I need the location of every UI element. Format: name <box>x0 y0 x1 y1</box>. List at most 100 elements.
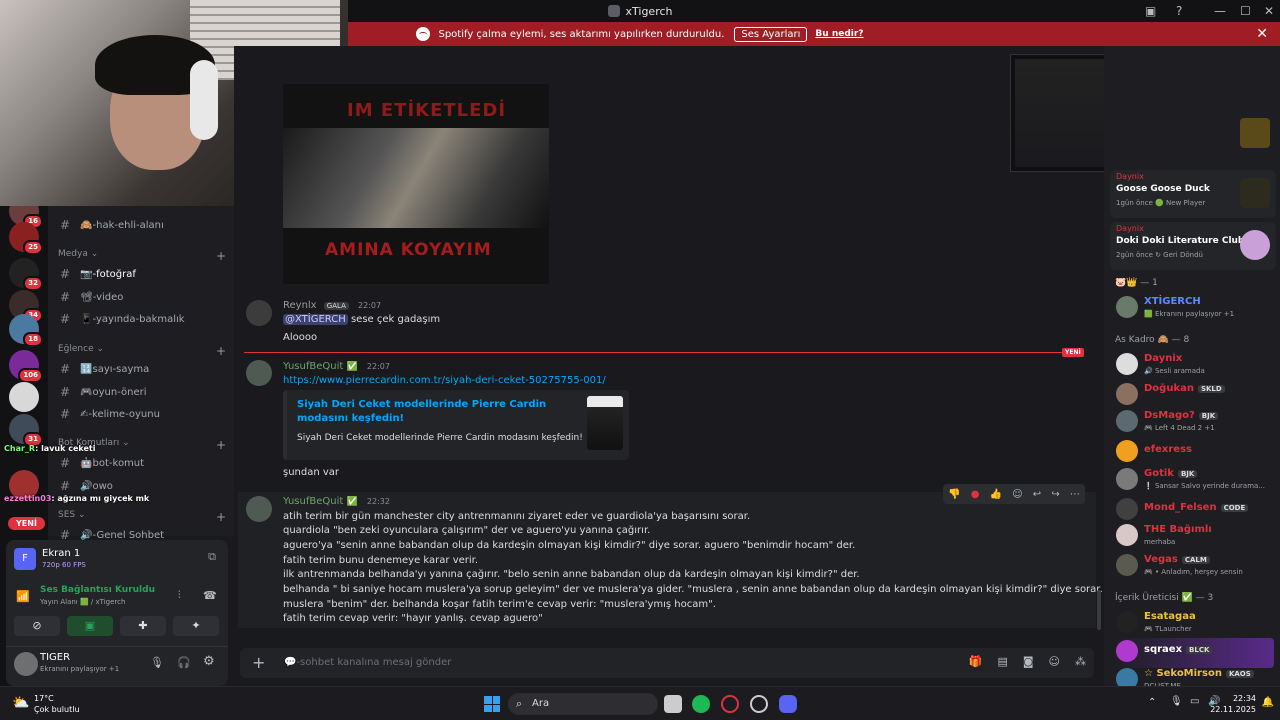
taskbar-search[interactable]: ⌕ Ara <box>508 693 658 715</box>
start-button[interactable] <box>484 696 500 712</box>
activities-button[interactable]: ✚ <box>120 616 166 636</box>
task-view-icon[interactable] <box>664 695 682 713</box>
message-input[interactable]: 💬-sohbet kanalına mesaj gönder <box>284 657 451 668</box>
activity-card-image[interactable] <box>1240 118 1270 148</box>
channel-item[interactable]: # 📱-yayında-bakmalık <box>60 312 226 326</box>
sticker-icon[interactable]: ◙ <box>1023 655 1034 668</box>
channel-item[interactable]: # ✍-kelime-oyunu <box>60 407 226 421</box>
category-media[interactable]: Medya ⌄ + <box>58 249 226 263</box>
channel-item[interactable]: # 📷-fotoğraf <box>60 267 226 281</box>
server-icon[interactable]: 18 <box>9 314 43 347</box>
tray-chevron-icon[interactable]: ⌃ <box>1148 697 1156 708</box>
attach-plus-icon[interactable]: + <box>252 653 265 672</box>
add-reaction-icon[interactable]: ☺ <box>1012 489 1022 500</box>
channel-item[interactable]: # 🔢sayı-sayma <box>60 362 226 376</box>
banner-close-icon[interactable]: ✕ <box>1256 26 1268 42</box>
weather-icon[interactable]: ⛅ <box>12 695 29 711</box>
disconnect-icon[interactable]: ☎ <box>203 589 217 602</box>
server-icon[interactable]: 32 <box>9 258 43 291</box>
new-messages-pill[interactable]: YENİ <box>8 517 45 530</box>
display-tray-icon[interactable]: ▭ <box>1190 696 1199 707</box>
member-item[interactable]: Doğukan SKLD <box>1114 381 1274 411</box>
add-channel-icon[interactable]: + <box>216 344 226 358</box>
channel-item[interactable]: # 🙈-hak-ehli-alanı <box>60 218 226 232</box>
activity-card[interactable]: Daynix Doki Doki Literature Club 2gün ön… <box>1110 222 1276 270</box>
add-channel-icon[interactable]: + <box>216 510 226 524</box>
message-actions-bar: 👎 ● 👍 ☺ ↩ ↪ ⋯ <box>943 484 1085 504</box>
apps-icon[interactable]: ⁂ <box>1075 655 1086 668</box>
microphone-icon[interactable]: 🎙 <box>150 656 164 669</box>
help-icon[interactable]: ? <box>1176 0 1182 22</box>
activity-card[interactable]: Daynix Goose Goose Duck 1gün önce 🟢 New … <box>1110 170 1276 218</box>
clock[interactable]: 22:34 22.11.2025 <box>1210 693 1256 715</box>
window-title: xTigerch <box>625 4 673 18</box>
camera-off-button[interactable]: ⊘ <box>14 616 60 636</box>
meme-bottom-text: AMINA KOYAYIM <box>325 240 492 260</box>
inbox-icon[interactable]: ▣ <box>1145 0 1156 22</box>
reply-icon[interactable]: ↩ <box>1033 489 1041 500</box>
add-channel-icon[interactable]: + <box>216 438 226 452</box>
soundboard-button[interactable]: ✦ <box>173 616 219 636</box>
member-item[interactable]: Daynix 🔊 Sesli aramada <box>1114 351 1274 381</box>
member-item[interactable]: Vegas CALM 🎮 • Anladım, herşey sensin <box>1114 552 1274 582</box>
server-icon[interactable]: 25 <box>9 222 43 255</box>
weather-widget[interactable]: 17°C Çok bulutlu <box>34 693 80 715</box>
member-item[interactable]: Gotik BJK ❕ Sansar Salvo yerinde durama... <box>1114 466 1274 496</box>
channel-item[interactable]: # 📽-video <box>60 290 226 304</box>
chat-scrollbar[interactable] <box>1097 590 1101 630</box>
avatar <box>1116 640 1138 662</box>
category-voice[interactable]: SES ⌄ + <box>58 510 226 524</box>
gif-icon[interactable]: ▤ <box>997 655 1007 668</box>
avatar <box>1116 383 1138 405</box>
maximize-button[interactable]: ☐ <box>1240 0 1251 22</box>
channel-item[interactable]: # 🎮oyun-öneri <box>60 385 226 399</box>
share-screen-button[interactable]: ▣ <box>67 616 113 636</box>
steam-taskbar-icon[interactable] <box>750 695 768 713</box>
message-link[interactable]: https://www.pierrecardin.com.tr/siyah-de… <box>283 375 606 386</box>
server-icon[interactable] <box>9 382 39 412</box>
user-mention[interactable]: @XTİGERCH <box>283 314 348 325</box>
message-author[interactable]: Reynlx <box>283 300 317 311</box>
member-item[interactable]: sqraex BLCK <box>1114 638 1274 668</box>
meme-image[interactable]: IM ETİKETLEDİ AMINA KOYAYIM <box>283 84 549 284</box>
spotify-taskbar-icon[interactable] <box>692 695 710 713</box>
noise-icon[interactable]: ⫶ <box>178 590 181 601</box>
member-item[interactable]: THE Bağımlı merhaba <box>1114 522 1274 552</box>
what-is-this-link[interactable]: Bu nedir? <box>815 29 863 39</box>
message-author[interactable]: YusufBeQuit <box>283 361 343 372</box>
discord-taskbar-icon[interactable] <box>779 695 797 713</box>
add-channel-icon[interactable]: + <box>216 249 226 263</box>
mic-tray-icon[interactable]: 🎙 <box>1170 696 1183 707</box>
member-list: Daynix Goose Goose Duck 1gün önce 🟢 New … <box>1104 46 1280 690</box>
hash-icon: # <box>60 312 71 326</box>
popout-icon[interactable]: ⧉ <box>208 550 216 564</box>
member-item[interactable]: efexress <box>1114 438 1274 468</box>
message-author[interactable]: YusufBeQuit <box>283 496 343 507</box>
emoji-icon[interactable]: ☺ <box>1049 655 1060 668</box>
category-fun[interactable]: Eğlence ⌄ + <box>58 344 226 358</box>
settings-gear-icon[interactable]: ⚙ <box>203 654 215 669</box>
close-window-button[interactable]: ✕ <box>1264 0 1274 22</box>
embed-title[interactable]: Siyah Deri Ceket modellerinde Pierre Car… <box>297 398 547 426</box>
gift-icon[interactable]: 🎁 <box>969 655 983 668</box>
thumbs-down-icon[interactable]: 👎 <box>948 489 960 500</box>
opera-taskbar-icon[interactable] <box>721 695 739 713</box>
server-icon[interactable]: 106 <box>9 350 43 383</box>
avatar[interactable] <box>246 300 272 326</box>
forward-icon[interactable]: ↪ <box>1051 489 1059 500</box>
avatar <box>1116 440 1138 462</box>
avatar[interactable] <box>246 360 272 386</box>
red-circle-icon[interactable]: ● <box>971 489 980 500</box>
minimize-button[interactable]: — <box>1214 0 1226 22</box>
avatar[interactable] <box>246 496 272 522</box>
audio-settings-button[interactable]: Ses Ayarları <box>734 26 808 42</box>
member-item[interactable]: Esatagaa 🎮 TLauncher <box>1114 609 1274 639</box>
avatar[interactable] <box>14 652 38 676</box>
member-item[interactable]: DsMago? BJK 🎮 Left 4 Dead 2 +1 <box>1114 408 1274 438</box>
headphones-icon[interactable]: 🎧 <box>177 656 191 669</box>
thumbs-up-icon[interactable]: 👍 <box>990 489 1002 500</box>
notification-icon[interactable]: 🔔 <box>1262 697 1274 708</box>
embed-thumbnail[interactable] <box>587 396 623 450</box>
more-options-icon[interactable]: ⋯ <box>1070 489 1080 500</box>
member-item[interactable]: XTİGERCH 🟩 Ekranını paylaşıyor +1 <box>1114 294 1274 324</box>
